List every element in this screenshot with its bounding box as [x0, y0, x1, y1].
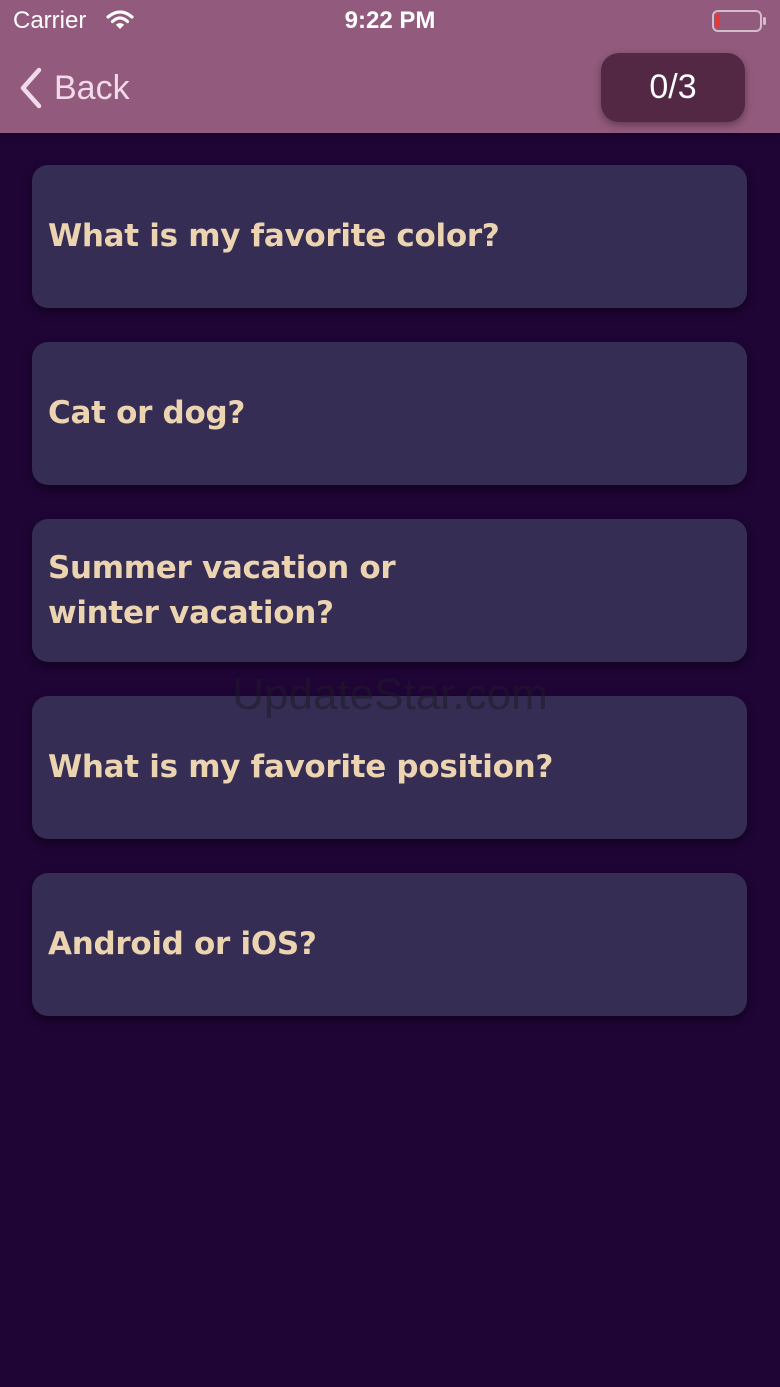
back-label: Back — [54, 69, 130, 107]
battery-low-icon — [712, 10, 766, 32]
question-text: What is my favorite position? — [48, 749, 554, 785]
question-text: Cat or dog? — [48, 395, 246, 431]
question-text: What is my favorite color? — [48, 218, 500, 254]
question-card[interactable]: Cat or dog? — [32, 342, 747, 485]
question-text: Android or iOS? — [48, 926, 317, 962]
progress-counter-text: 0/3 — [649, 68, 697, 106]
chevron-left-icon — [20, 67, 42, 109]
progress-counter-badge: 0/3 — [601, 53, 745, 122]
navigation-bar: Back 0/3 — [0, 44, 780, 133]
status-bar: Carrier 9:22 PM — [0, 0, 780, 44]
question-list: What is my favorite color? Cat or dog? S… — [32, 165, 747, 1050]
question-text: Summer vacation or winter vacation? — [48, 549, 396, 631]
question-card[interactable]: Android or iOS? — [32, 873, 747, 1016]
question-card[interactable]: What is my favorite position? — [32, 696, 747, 839]
top-bar: Carrier 9:22 PM Back 0/3 — [0, 0, 780, 133]
question-card[interactable]: What is my favorite color? — [32, 165, 747, 308]
question-card[interactable]: Summer vacation or winter vacation? — [32, 519, 747, 662]
screen: Carrier 9:22 PM Back 0/3 What is my favo… — [0, 0, 780, 1387]
clock-time: 9:22 PM — [344, 7, 436, 34]
back-button[interactable]: Back — [16, 64, 130, 112]
